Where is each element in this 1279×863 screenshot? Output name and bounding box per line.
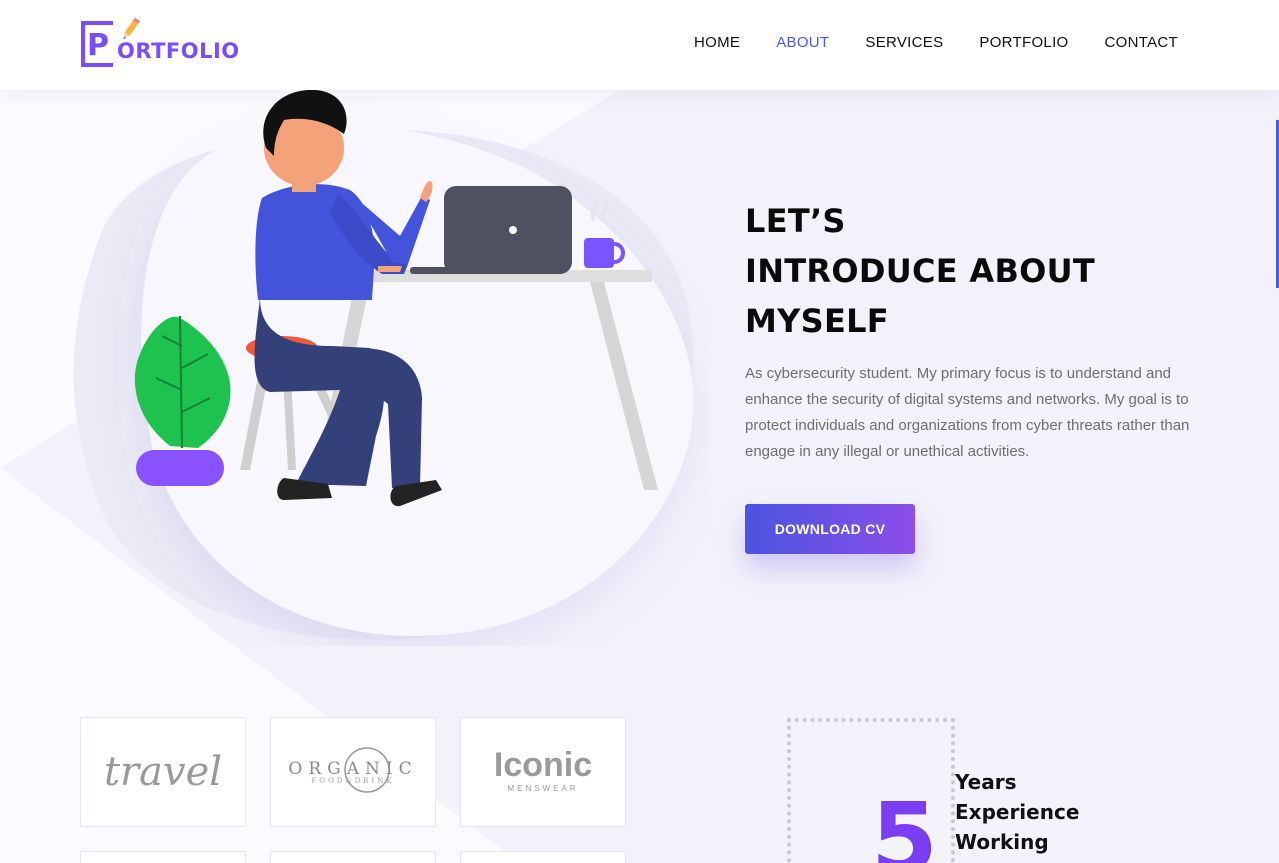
hero-title-line-1: LET’S (745, 202, 846, 240)
nav-contact[interactable]: CONTACT (1105, 34, 1178, 51)
main-nav: HOME ABOUT SERVICES PORTFOLIO CONTACT (658, 34, 1178, 51)
brand-card-row2-2 (270, 851, 436, 863)
nav-home[interactable]: HOME (694, 34, 740, 51)
site-header: P ORTFOLIO HOME ABOUT SERVICES PORTFOLIO… (0, 0, 1279, 90)
brand-travel-logo: travel (103, 749, 223, 795)
pencil-icon (123, 17, 140, 40)
experience-label-line-1: Years (955, 770, 1017, 794)
brand-organic-logo: ORGANIC FOOD&DRINK (288, 747, 417, 793)
logo-initial: P (87, 28, 109, 63)
brand-card-iconic: Iconic MENSWEAR (460, 717, 626, 827)
download-cv-button[interactable]: DOWNLOAD CV (745, 504, 915, 554)
nav-portfolio[interactable]: PORTFOLIO (979, 34, 1068, 51)
hero-title-line-3: MYSELF (745, 302, 889, 340)
logo-frame: P (81, 21, 113, 67)
nav-services[interactable]: SERVICES (865, 34, 943, 51)
brand-card-travel: travel (80, 717, 246, 827)
experience-label: Years Experience Working (955, 767, 1079, 857)
hero-title-line-2: INTRODUCE ABOUT (745, 252, 1096, 290)
brand-card-organic: ORGANIC FOOD&DRINK (270, 717, 436, 827)
hero-description: As cybersecurity student. My primary foc… (745, 365, 1190, 460)
brand-iconic-logo: Iconic MENSWEAR (494, 748, 592, 796)
experience-label-line-2: Experience (955, 800, 1080, 824)
brand-iconic-name: Iconic (493, 746, 593, 784)
brand-card-row2-3 (460, 851, 626, 863)
brand-iconic-tagline: MENSWEAR (507, 784, 579, 793)
site-logo[interactable]: P ORTFOLIO (81, 17, 251, 69)
hero-title: LET’S INTRODUCE ABOUT MYSELF (745, 196, 1205, 346)
experience-label-line-3: Working (955, 830, 1049, 854)
experience-number: 5 (871, 786, 938, 863)
brand-card-row2-1 (80, 851, 246, 863)
hero-illustration (73, 89, 694, 640)
nav-about[interactable]: ABOUT (776, 34, 829, 51)
circle-emblem-icon (344, 747, 391, 793)
